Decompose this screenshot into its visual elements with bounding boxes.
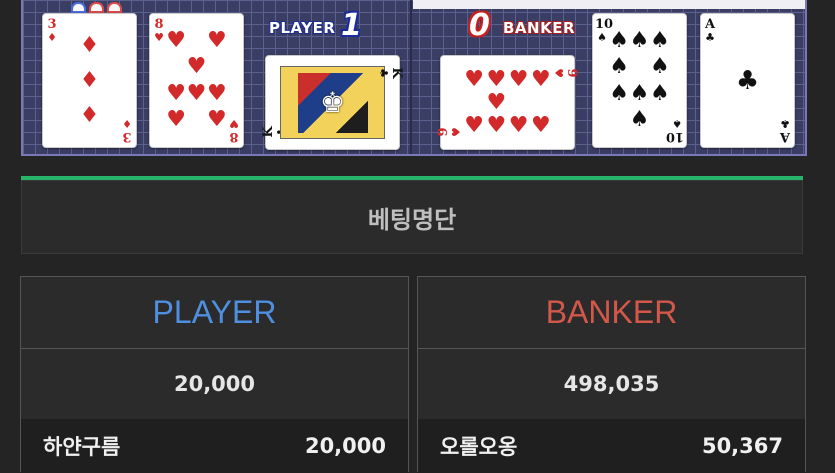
spade-icon: ♠ (629, 106, 650, 132)
card-corner: 10 ♠ (665, 117, 684, 144)
banker-bets-panel: BANKER 498,035 오롤오옹 50,367 (417, 276, 806, 473)
banker-score: 0 (469, 8, 490, 43)
player-bets-header: PLAYER (21, 277, 408, 349)
diamond-icon: ♦ (79, 32, 100, 58)
card-corner: 9 ♥ (436, 127, 463, 137)
heart-icon: ♥ (486, 89, 507, 115)
player-score-label: PLAYER (269, 19, 336, 37)
banker-card-3: A ♣ ♣ A ♣ (700, 13, 795, 148)
heart-icon: ♥ (166, 80, 187, 106)
king-face: ♚ (280, 66, 385, 139)
spade-icon: ♠ (609, 54, 630, 80)
player-bets-total: 20,000 (173, 372, 256, 396)
banker-bets-total: 498,035 (563, 372, 660, 396)
bettor-name: 오롤오옹 (440, 435, 518, 459)
card-pips: ♠ ♠ ♠ ♠ ♠ ♠ ♠ ♠ ♠ (609, 28, 670, 133)
card-corner: K♣ (377, 67, 404, 79)
card-corner: 10 ♠ (595, 17, 614, 44)
banker-score-label: BANKER (503, 19, 576, 37)
bettor-name: 하얀구름 (43, 435, 121, 459)
player-card-3: K♣ ♚ K♣ (261, 55, 404, 150)
heart-icon: ♥ (531, 66, 551, 92)
heart-icon: ♥ (508, 66, 529, 92)
spade-icon: ♠ (629, 80, 650, 106)
spade-icon: ♠ (649, 80, 670, 106)
banker-card-2: 10 ♠ ♠ ♠ ♠ ♠ ♠ ♠ ♠ ♠ ♠ 10 ♠ (592, 13, 687, 148)
club-icon: ♣ (735, 65, 760, 96)
player-bets-panel: PLAYER 20,000 하얀구름 20,000 (20, 276, 409, 473)
card-table: 3 ♦ ♦ ♦ ♦ 3 ♦ 8 ♥ ♥ ♥ ♥ ♥ ♥ ♥ ♥ ♥ 8 ♥ PLAYER 1 K… (21, 0, 807, 156)
card-corner: A ♣ (779, 117, 791, 144)
card-corner: 3 ♦ (47, 17, 57, 44)
heart-icon: ♥ (508, 112, 529, 138)
player-card-1: 3 ♦ ♦ ♦ ♦ 3 ♦ (42, 13, 137, 148)
heart-icon: ♥ (166, 106, 187, 132)
heart-icon: ♥ (206, 80, 227, 106)
card-corner: 8 ♥ (154, 17, 164, 44)
banker-bets-header: BANKER (418, 277, 805, 349)
table-row: 오롤오옹 50,367 (418, 419, 805, 473)
spade-icon: ♠ (629, 28, 650, 54)
card-pips: ♦ ♦ ♦ (59, 28, 120, 133)
bet-amount: 50,367 (701, 434, 783, 458)
table-row: 하얀구름 20,000 (21, 419, 408, 473)
spade-icon: ♠ (649, 28, 670, 54)
table-divider (410, 0, 412, 154)
spade-icon: ♠ (649, 54, 670, 80)
crown-icon: ♚ (297, 72, 368, 133)
diamond-icon: ♦ (79, 67, 100, 93)
card-corner: 9 ♥ (552, 68, 579, 78)
card-corner: 3 ♦ (122, 117, 132, 144)
heart-icon: ♥ (531, 112, 551, 138)
heart-icon: ♥ (186, 80, 207, 106)
bet-amount: 20,000 (304, 434, 386, 458)
spade-icon: ♠ (609, 28, 630, 54)
bet-list-header: 베팅명단 (21, 180, 803, 254)
heart-icon: ♥ (206, 106, 227, 132)
player-chip-icon (71, 2, 86, 13)
card-pips: ♥ ♥ ♥ ♥ ♥ ♥ ♥ ♥ ♥ (463, 68, 552, 137)
heart-icon: ♥ (464, 112, 484, 138)
heart-icon: ♥ (206, 28, 227, 54)
card-corner: A ♣ (704, 17, 716, 44)
player-score: 1 (341, 8, 362, 43)
banker-card-1: 9 ♥ ♥ ♥ ♥ ♥ ♥ ♥ ♥ ♥ ♥ 9 ♥ (436, 55, 579, 150)
card-corner: 8 ♥ (229, 117, 239, 144)
spade-icon: ♠ (609, 80, 630, 106)
card-pips: ♥ ♥ ♥ ♥ ♥ ♥ ♥ ♥ (166, 28, 227, 133)
road-chips (71, 2, 122, 13)
card-pips: ♣ (717, 28, 778, 133)
banker-chip-icon (107, 2, 122, 13)
heart-icon: ♥ (486, 66, 507, 92)
heart-icon: ♥ (166, 28, 187, 54)
player-card-2: 8 ♥ ♥ ♥ ♥ ♥ ♥ ♥ ♥ ♥ 8 ♥ (149, 13, 244, 148)
heart-icon: ♥ (464, 66, 484, 92)
bet-list-title: 베팅명단 (367, 205, 457, 234)
heart-icon: ♥ (186, 54, 207, 80)
banker-chip-icon (89, 2, 104, 13)
scoreboard-grid (23, 0, 805, 154)
heart-icon: ♥ (486, 112, 507, 138)
diamond-icon: ♦ (79, 102, 100, 128)
